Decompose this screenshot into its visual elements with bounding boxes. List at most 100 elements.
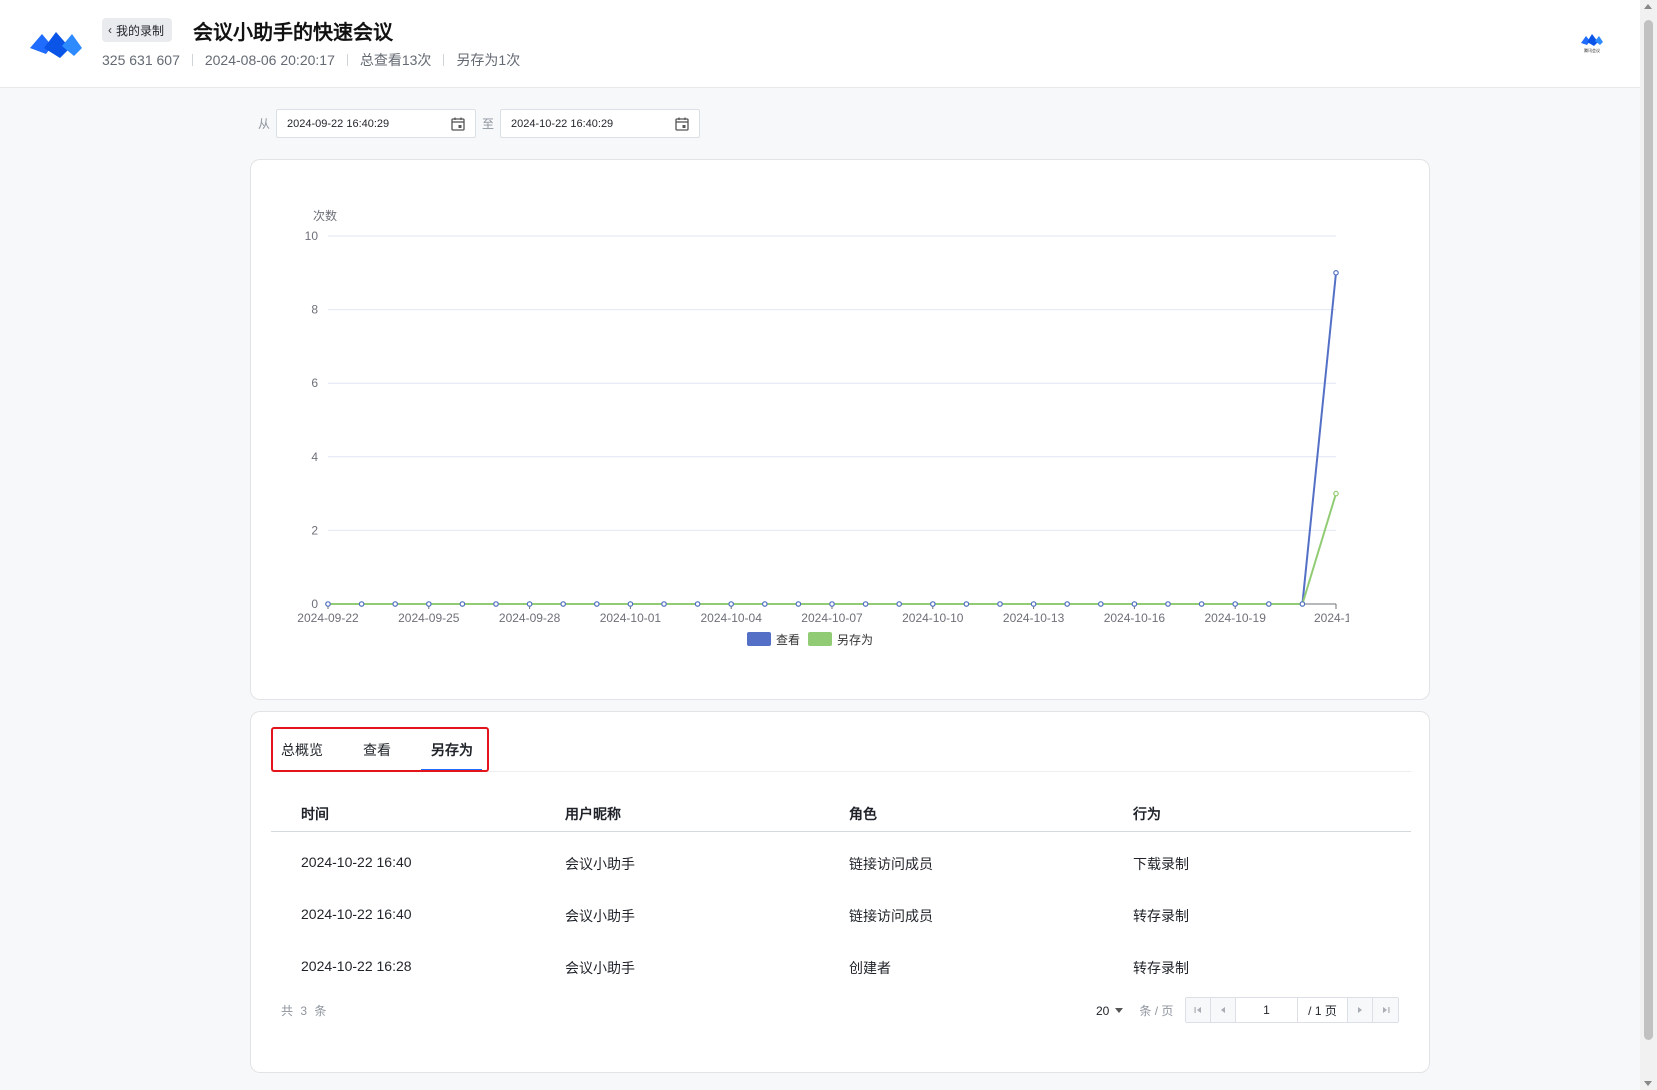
data-point: [728, 601, 735, 607]
data-point: [761, 601, 768, 607]
data-point: [459, 601, 466, 607]
total-saves: 另存为1次: [456, 52, 521, 68]
data-point: [1333, 270, 1339, 276]
series-line-save-as: [328, 493, 1337, 605]
table-header: 时间 用户昵称 角色 行为: [271, 794, 1411, 832]
tab-overview[interactable]: 总概览: [281, 740, 323, 760]
date-range-filter: 从 2024-09-22 16:40:29 至 2024-10-22 16:40…: [258, 109, 706, 138]
cell-nickname: 会议小助手: [565, 856, 635, 872]
data-point: [694, 601, 701, 607]
recording-datetime: 2024-08-06 20:20:17: [204, 52, 335, 68]
start-date-picker[interactable]: 2024-09-22 16:40:29: [276, 109, 477, 138]
data-point: [593, 601, 600, 607]
tab-views[interactable]: 查看: [363, 740, 391, 760]
back-button-label: 我的录制: [116, 23, 165, 38]
prev-page-button[interactable]: [1211, 998, 1236, 1022]
legend-swatch: [808, 632, 832, 646]
x-tick-label: 2024-10-13: [1003, 611, 1065, 625]
last-page-icon: [1382, 1007, 1389, 1013]
end-date-picker[interactable]: 2024-10-22 16:40:29: [500, 109, 701, 138]
x-tick-label: 2024-09-28: [499, 611, 561, 625]
column-header-nickname: 用户昵称: [565, 806, 621, 822]
cell-time: 2024-10-22 16:40: [301, 854, 412, 870]
x-tick-label: 2024-10-07: [801, 611, 863, 625]
cell-nickname: 会议小助手: [565, 960, 635, 976]
cell-action: 转存录制: [1133, 908, 1189, 924]
scroll-up-arrow-icon[interactable]: [1644, 4, 1652, 9]
data-point: [829, 601, 835, 607]
y-tick-label: 2: [311, 523, 318, 537]
data-point: [862, 601, 869, 607]
total-views: 总查看13次: [359, 52, 432, 68]
first-page-button[interactable]: [1186, 998, 1211, 1022]
data-point: [426, 601, 432, 607]
tencent-meeting-logo-icon: [30, 32, 82, 58]
data-point: [1030, 601, 1037, 607]
series-line-views: [328, 272, 1337, 605]
tab-save-as[interactable]: 另存为: [431, 740, 473, 760]
data-point: [493, 601, 499, 607]
table-row: 2024-10-22 16:40 会议小助手 链接访问成员 下载录制: [271, 836, 1411, 888]
x-tick-label: 2024-10-19: [1205, 611, 1267, 625]
from-label: 从: [258, 117, 271, 131]
table-row: 2024-10-22 16:28 会议小助手 创建者 转存录制: [271, 940, 1411, 992]
total-count: 共 3 条: [281, 1004, 329, 1018]
meta-divider: [443, 54, 445, 66]
column-header-action: 行为: [1133, 806, 1161, 822]
data-point: [963, 601, 970, 607]
page-size-unit: 条 / 页: [1139, 1004, 1174, 1018]
y-axis-label: 次数: [313, 208, 337, 223]
page-size-select[interactable]: 20 条 / 页: [1096, 1002, 1173, 1019]
back-to-my-recordings-button[interactable]: ‹ 我的录制: [102, 18, 173, 42]
data-point: [526, 601, 533, 607]
statistics-chart-card: 次数 0 2 4 6 8 10 2024-09-22 2024-09-25 2024-09-28 2…: [250, 159, 1430, 700]
cell-action: 转存录制: [1133, 960, 1189, 976]
legend-label: 另存为: [837, 633, 873, 647]
data-point: [627, 601, 634, 607]
data-point: [1165, 601, 1171, 607]
column-header-role: 角色: [849, 806, 877, 822]
column-header-time: 时间: [301, 806, 329, 822]
next-page-button[interactable]: [1348, 998, 1373, 1022]
brand-mark-icon: [1581, 34, 1603, 46]
data-point: [661, 601, 667, 607]
page-scrollbar[interactable]: [1640, 0, 1657, 1090]
first-page-icon: [1194, 1007, 1201, 1013]
legend-swatch: [747, 632, 771, 646]
y-tick-label: 10: [305, 229, 319, 243]
last-page-button[interactable]: [1373, 998, 1398, 1022]
x-tick-label: 2024-09-25: [398, 611, 460, 625]
data-point: [392, 601, 399, 607]
data-point: [325, 601, 331, 607]
end-date-value: 2024-10-22 16:40:29: [511, 117, 614, 130]
meta-divider: [346, 54, 348, 66]
cell-role: 链接访问成员: [849, 908, 933, 924]
x-tick-label: 2024-09-22: [297, 611, 359, 625]
scroll-down-arrow-icon[interactable]: [1644, 1081, 1652, 1086]
cell-time: 2024-10-22 16:40: [301, 906, 412, 922]
y-tick-label: 0: [311, 597, 318, 611]
chevron-left-icon: ‹: [108, 23, 112, 37]
total-pages: / 1 页: [1298, 998, 1348, 1022]
x-tick-label: 2024-10-10: [902, 611, 964, 625]
legend-label: 查看: [776, 633, 800, 647]
cell-action: 下载录制: [1133, 856, 1189, 872]
scrollbar-thumb[interactable]: [1644, 20, 1653, 1040]
calendar-icon: [675, 117, 689, 131]
cell-nickname: 会议小助手: [565, 908, 635, 924]
y-tick-label: 4: [311, 450, 318, 464]
y-tick-label: 6: [311, 376, 318, 390]
meeting-id: 325 631 607: [102, 52, 180, 68]
page-title: 会议小助手的快速会议: [193, 22, 393, 44]
data-point: [1131, 601, 1138, 607]
views-saves-line-chart: 次数 0 2 4 6 8 10 2024-09-22 2024-09-25 2024-09-28 2…: [297, 208, 1358, 647]
x-tick-label: 2024-10: [1314, 611, 1358, 625]
page-number-input[interactable]: 1: [1236, 998, 1298, 1022]
records-table-card: 总概览 查看 另存为 时间 用户昵称 角色 行为 2024-10-22 16:4…: [250, 711, 1430, 1073]
data-point: [1232, 601, 1239, 607]
data-point: [896, 601, 903, 607]
pagination: 1 / 1 页: [1185, 997, 1399, 1023]
meta-divider: [191, 54, 193, 66]
x-tick-label: 2024-10-01: [600, 611, 662, 625]
data-point: [997, 601, 1003, 607]
